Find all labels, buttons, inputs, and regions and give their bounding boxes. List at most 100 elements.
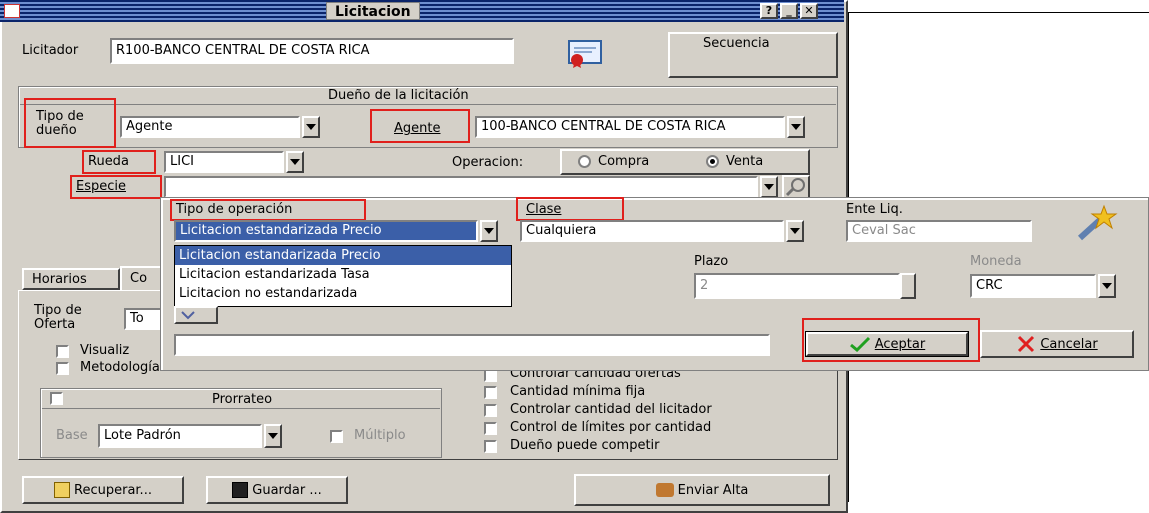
chevron-down-icon — [764, 184, 774, 190]
visualiz-label: Visualiz — [80, 343, 130, 358]
prorrateo-title: Prorrateo — [212, 392, 273, 407]
window-title: Licitacion — [326, 2, 420, 20]
plazo-stepper[interactable] — [900, 273, 916, 299]
save-icon — [232, 482, 249, 498]
moneda-dropdown[interactable] — [1098, 274, 1116, 298]
multiplo-label: Múltiplo — [354, 428, 406, 443]
clase-dropdown[interactable] — [786, 220, 804, 242]
prorrateo-checkbox[interactable] — [50, 392, 63, 405]
tipo-operacion-list: Licitacion estandarizada Precio Licitaci… — [174, 245, 512, 307]
metodologia-checkbox[interactable] — [56, 362, 69, 375]
recuperar-button[interactable]: Recuperar... — [22, 476, 184, 504]
base-select[interactable]: Lote Padrón — [98, 424, 262, 448]
enviar-alta-button[interactable]: Enviar Alta — [574, 474, 830, 506]
operacion-label: Operacion: — [452, 155, 524, 170]
control-limites-checkbox[interactable] — [484, 422, 497, 435]
comment-field[interactable] — [174, 334, 770, 356]
ente-liq-field[interactable]: Ceval Sac — [846, 220, 1032, 242]
controlar-cantidad-licitador-checkbox[interactable] — [484, 404, 497, 417]
chevron-down-icon — [306, 124, 316, 130]
radio-dot-icon — [710, 159, 715, 164]
dueno-group-title: Dueño de la licitación — [328, 88, 469, 103]
especie-field[interactable] — [164, 176, 758, 198]
cantidad-minima-label: Cantidad mínima fija — [510, 384, 646, 399]
help-button[interactable]: ? — [760, 3, 778, 19]
moneda-select[interactable]: CRC — [970, 274, 1096, 298]
venta-label: Venta — [726, 154, 764, 169]
close-icon — [1018, 335, 1035, 353]
chevron-down-icon — [791, 124, 801, 130]
certificate-icon[interactable] — [568, 40, 602, 68]
search-icon — [785, 178, 805, 197]
agente-dropdown[interactable] — [787, 116, 805, 138]
rueda-dropdown[interactable] — [286, 151, 304, 173]
list-item[interactable]: Licitacion no estandarizada — [175, 284, 511, 303]
tipo-operacion-dropdown[interactable] — [480, 220, 498, 242]
chevron-down-icon — [290, 159, 300, 165]
chevron-down-icon — [790, 228, 800, 234]
especie-dropdown[interactable] — [760, 176, 778, 198]
control-limites-label: Control de límites por cantidad — [510, 420, 712, 435]
chevron-down-icon — [1102, 283, 1112, 289]
plazo-field[interactable]: 2 — [694, 273, 900, 299]
mail-icon — [181, 311, 195, 320]
cantidad-minima-checkbox[interactable] — [484, 386, 497, 399]
outer-top-line — [848, 12, 1149, 13]
base-dropdown[interactable] — [264, 424, 282, 448]
search-button[interactable] — [782, 175, 810, 199]
magic-wand-icon[interactable] — [1072, 204, 1118, 244]
compra-radio[interactable] — [578, 155, 591, 168]
controlar-cantidad-licitador-label: Controlar cantidad del licitador — [510, 402, 712, 417]
agente-select[interactable]: 100-BANCO CENTRAL DE COSTA RICA — [475, 116, 785, 138]
moneda-label: Moneda — [970, 254, 1022, 269]
aceptar-label: Aceptar — [874, 336, 926, 352]
tab-co-label: Co — [130, 271, 148, 286]
tab-horarios-label: Horarios — [32, 272, 87, 287]
tipo-dueno-dropdown[interactable] — [302, 116, 320, 138]
licitador-field[interactable]: R100-BANCO CENTRAL DE COSTA RICA — [110, 38, 514, 64]
guardar-label: Guardar ... — [252, 482, 322, 498]
tipo-dueno-label: Tipo de dueño — [36, 109, 84, 138]
rueda-label: Rueda — [88, 154, 129, 169]
check-icon — [849, 336, 870, 352]
base-label: Base — [56, 428, 88, 443]
tab-horarios[interactable]: Horarios — [22, 268, 120, 290]
title-bar[interactable]: Licitacion ? _ ✕ — [0, 0, 844, 22]
especie-label: Especie — [76, 179, 126, 194]
minimize-button[interactable]: _ — [780, 3, 798, 19]
agente-label: Agente — [394, 121, 441, 136]
tipo-operacion-label: Tipo de operación — [176, 202, 293, 217]
chevron-down-icon — [268, 433, 278, 439]
visualiz-checkbox[interactable] — [56, 345, 69, 358]
recuperar-label: Recuperar... — [74, 482, 152, 498]
multiplo-checkbox[interactable] — [330, 430, 343, 443]
tipo-operacion-select[interactable]: Licitacion estandarizada Precio — [174, 220, 478, 242]
dueno-competir-checkbox[interactable] — [484, 440, 497, 453]
dueno-competir-label: Dueño puede competir — [510, 438, 660, 453]
list-item[interactable]: Licitacion estandarizada Precio — [175, 246, 511, 265]
list-item[interactable]: Licitacion estandarizada Tasa — [175, 265, 511, 284]
close-button[interactable]: ✕ — [800, 3, 818, 19]
send-icon — [655, 483, 674, 497]
app-icon — [4, 4, 20, 18]
guardar-button[interactable]: Guardar ... — [206, 476, 348, 504]
retrieve-icon — [54, 482, 71, 498]
clase-select[interactable]: Cualquiera — [520, 220, 784, 242]
chevron-down-icon — [484, 228, 494, 234]
ente-liq-label: Ente Liq. — [846, 202, 903, 217]
secuencia-label: Secuencia — [703, 36, 770, 51]
compra-label: Compra — [598, 154, 650, 169]
tipo-oferta-label: Tipo de Oferta — [34, 303, 82, 332]
cancelar-button[interactable]: Cancelar — [980, 330, 1134, 358]
tipo-oferta-select[interactable]: To — [124, 308, 164, 330]
plazo-label: Plazo — [694, 254, 729, 269]
tipo-dueno-select[interactable]: Agente — [120, 116, 300, 138]
rueda-select[interactable]: LICI — [164, 151, 284, 173]
enviar-alta-label: Enviar Alta — [677, 482, 749, 498]
edit-icon-button[interactable] — [174, 306, 218, 324]
licitador-label: Licitador — [22, 43, 79, 58]
aceptar-button[interactable]: Aceptar — [806, 332, 968, 356]
cancelar-label: Cancelar — [1040, 336, 1098, 352]
clase-label: Clase — [526, 202, 562, 217]
venta-radio[interactable] — [706, 155, 719, 168]
